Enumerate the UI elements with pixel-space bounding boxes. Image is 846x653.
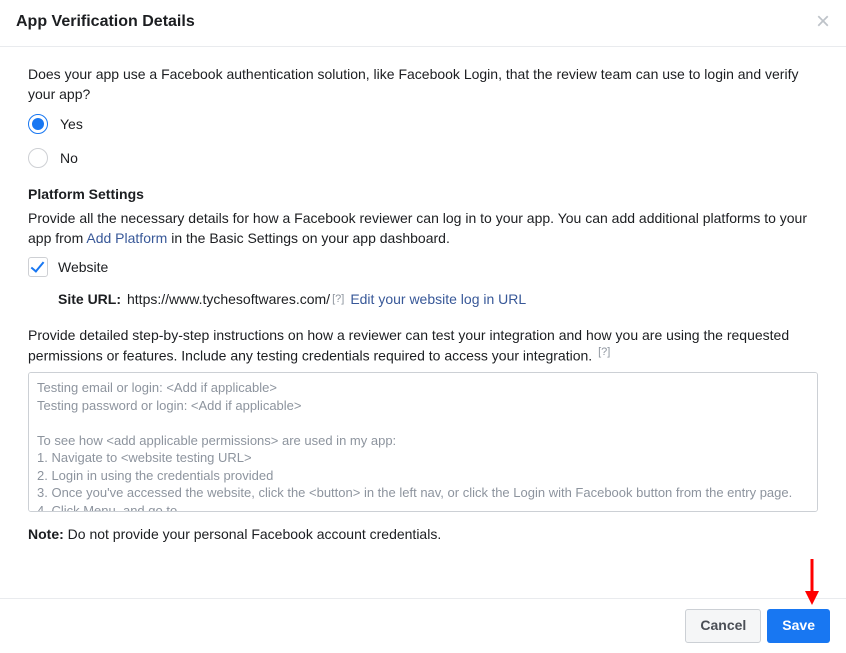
edit-website-url-link[interactable]: Edit your website log in URL [350, 291, 526, 307]
dialog-header: App Verification Details × [0, 0, 846, 47]
website-checkbox[interactable] [28, 257, 48, 277]
radio-circle-icon [28, 148, 48, 168]
radio-circle-icon [28, 114, 48, 134]
radio-yes-label: Yes [60, 116, 83, 132]
website-checkbox-row: Website [28, 257, 818, 277]
dialog-content: Does your app use a Facebook authenticat… [0, 47, 846, 552]
radio-yes[interactable]: Yes [28, 114, 818, 134]
note-label: Note: [28, 526, 64, 542]
radio-no[interactable]: No [28, 148, 818, 168]
platform-settings-heading: Platform Settings [28, 186, 818, 202]
instructions-label: Provide detailed step-by-step instructio… [28, 325, 818, 366]
help-icon[interactable]: [?] [332, 293, 344, 305]
website-checkbox-label: Website [58, 259, 108, 275]
auth-question: Does your app use a Facebook authenticat… [28, 65, 818, 104]
instructions-textarea-content: Testing email or login: <Add if applicab… [37, 379, 809, 512]
site-url-row: Site URL: https://www.tychesoftwares.com… [58, 291, 818, 307]
cancel-button[interactable]: Cancel [685, 609, 761, 643]
instructions-textarea[interactable]: Testing email or login: <Add if applicab… [28, 372, 818, 512]
close-icon[interactable]: × [816, 10, 830, 34]
note-text: Do not provide your personal Facebook ac… [64, 526, 441, 542]
note-row: Note: Do not provide your personal Faceb… [28, 526, 818, 542]
platform-settings-description: Provide all the necessary details for ho… [28, 208, 818, 249]
site-url-label: Site URL: [58, 291, 121, 307]
auth-radio-group: Yes No [28, 114, 818, 168]
platform-desc-post: in the Basic Settings on your app dashbo… [167, 230, 450, 246]
radio-no-label: No [60, 150, 78, 166]
save-button[interactable]: Save [767, 609, 830, 643]
dialog-title: App Verification Details [16, 13, 195, 31]
add-platform-link[interactable]: Add Platform [86, 230, 167, 246]
site-url-value: https://www.tychesoftwares.com/ [127, 291, 330, 307]
dialog-footer: Cancel Save [0, 598, 846, 653]
instructions-label-text: Provide detailed step-by-step instructio… [28, 327, 789, 364]
help-icon[interactable]: [?] [598, 346, 610, 358]
